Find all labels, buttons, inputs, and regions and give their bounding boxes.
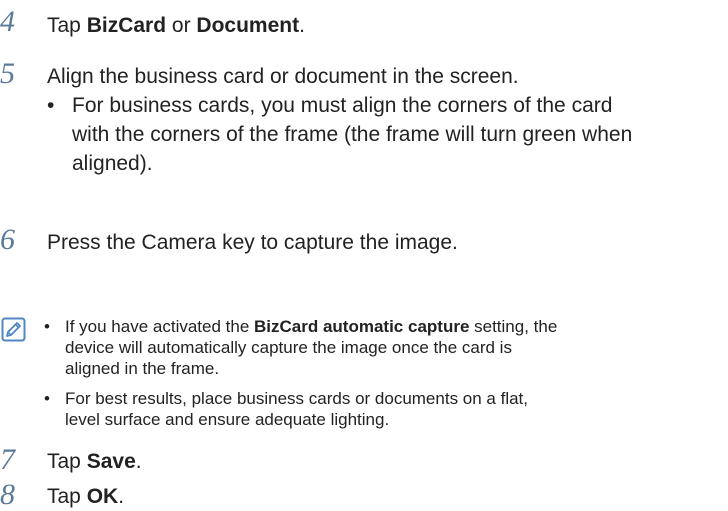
save-label: Save	[86, 450, 136, 473]
step-text-part: Tap	[47, 450, 87, 473]
note-text-part: If you have activated the	[65, 317, 255, 336]
step-number: 5	[0, 57, 15, 90]
step-text: Tap BizCard or Document.	[47, 12, 305, 39]
step-number: 7	[0, 443, 15, 476]
step-number: 6	[0, 223, 15, 256]
bullet-dot: •	[44, 389, 50, 408]
step-5-bullet: • For business cards, you must align the…	[47, 91, 728, 181]
ok-label: OK	[86, 485, 119, 508]
bizcard-automatic-capture-label: BizCard automatic capture	[254, 317, 470, 336]
bullet-dot: •	[44, 317, 50, 336]
bullet-text: For business cards, you must align the c…	[72, 91, 728, 178]
document-label: Document	[196, 14, 300, 37]
note-text: If you have activated the BizCard automa…	[65, 316, 685, 379]
note-pencil-icon	[1, 317, 26, 342]
step-text-part: .	[135, 450, 142, 473]
step-text: Tap OK.	[47, 483, 124, 510]
bullet-line: with the corners of the frame (the frame…	[72, 123, 633, 146]
bullet-line: aligned).	[72, 152, 153, 175]
note-bullet-2: • For best results, place business cards…	[44, 388, 684, 432]
step-text: Tap Save.	[47, 448, 142, 475]
note-line: If you have activated the BizCard automa…	[65, 316, 685, 337]
note-line: aligned in the frame.	[65, 359, 220, 378]
note-text: For best results, place business cards o…	[65, 388, 685, 430]
note-bullet-1: • If you have activated the BizCard auto…	[44, 316, 684, 382]
note-line: For best results, place business cards o…	[65, 389, 529, 408]
step-text-part: .	[118, 485, 125, 508]
step-text: Press the Camera key to capture the imag…	[47, 231, 458, 254]
bullet-line: For business cards, you must align the c…	[72, 94, 613, 117]
bullet-dot: •	[47, 94, 55, 117]
step-number: 8	[0, 478, 15, 511]
step-text: Align the business card or document in t…	[47, 65, 519, 88]
step-text-part: Tap	[47, 485, 87, 508]
step-number: 4	[0, 5, 15, 38]
note-line: device will automatically capture the im…	[65, 338, 512, 357]
step-text-part: or	[166, 14, 197, 37]
step-text-part: .	[299, 14, 305, 37]
bizcard-label: BizCard	[86, 14, 167, 37]
note-line: level surface and ensure adequate lighti…	[65, 410, 390, 429]
note-text-part: setting, the	[469, 317, 558, 336]
step-text-part: Tap	[47, 14, 87, 37]
